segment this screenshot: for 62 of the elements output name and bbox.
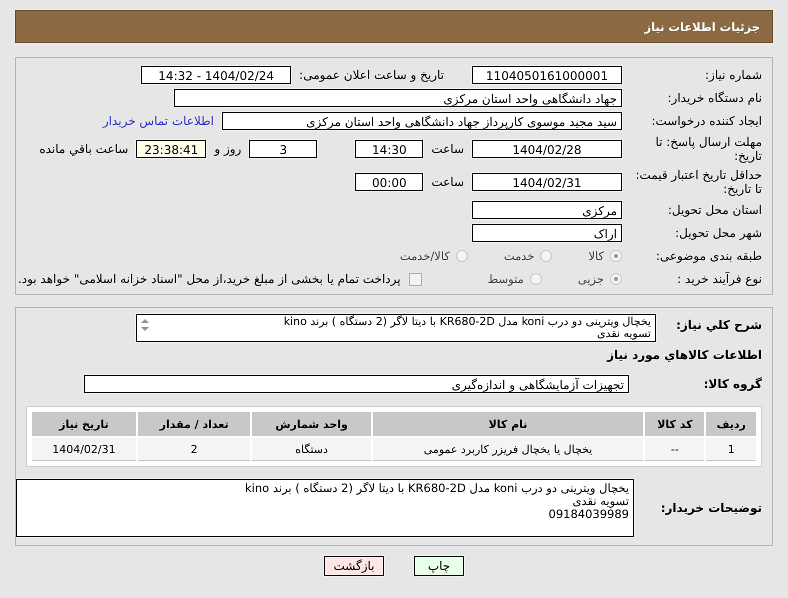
section-title: اطلاعات کالاهاي مورد نياز xyxy=(606,348,762,362)
time-label: ساعت xyxy=(431,142,464,156)
city-field: اراک xyxy=(472,224,622,242)
field-label: گروه کالا: xyxy=(702,377,762,391)
radio-label: متوسط xyxy=(488,272,524,286)
description-text: یخچال ویترینی دو درب koni مدل KR680-2D با دیتا لاگر (2 دستگاه ) برند kino تسویه نقدی xyxy=(282,316,651,340)
column-header: کد کالا xyxy=(645,412,704,436)
column-header: تاریخ نیاز xyxy=(32,412,136,436)
deadline-date-field: 1404/02/28 xyxy=(472,140,622,158)
validity-time-field: 00:00 xyxy=(355,173,424,191)
field-label: تاریخ و ساعت اعلان عمومی: xyxy=(299,68,444,82)
table-cell: دستگاه xyxy=(252,438,371,461)
buyer-notes-text: یخچال ویترینی دو درب koni مدل KR680-2D با دیتا لاگر (2 دستگاه ) برند kino تسویه نقدی 09184039989 xyxy=(244,482,629,521)
radio-label: کالا/خدمت xyxy=(400,249,450,263)
category-radio[interactable]: خدمت xyxy=(504,249,552,263)
column-header: نام کالا xyxy=(372,412,644,436)
contact-link[interactable]: اطلاعات تماس خریدار xyxy=(102,114,214,128)
print-button[interactable]: چاپ xyxy=(414,556,464,576)
field-label: ایجاد کننده درخواست: xyxy=(650,114,762,128)
category-radio[interactable]: کالا xyxy=(588,249,622,263)
back-button[interactable]: بازگشت xyxy=(324,556,384,576)
field-label: مهلت ارسال پاسخ: تا تاریخ: xyxy=(654,135,762,163)
scroll-arrows-icon[interactable] xyxy=(140,317,150,333)
field-label: نام دستگاه خریدار: xyxy=(666,91,762,105)
category-radio[interactable]: کالا/خدمت xyxy=(400,249,468,263)
announce-date-field: 1404/02/24 - 14:32 xyxy=(141,66,292,84)
payment-checkbox[interactable] xyxy=(408,272,422,286)
requester-field: سید مجید موسوی کارپرداز جهاد دانشگاهی واحد استان مرکزی xyxy=(222,112,622,130)
column-header: واحد شمارش xyxy=(252,412,371,436)
time-label: ساعت xyxy=(431,175,464,189)
table-cell: 2 xyxy=(138,438,250,461)
need-number-field: 1104050161000001 xyxy=(472,66,622,84)
field-label: استان محل تحویل: xyxy=(666,203,762,217)
field-label: شماره نیاز: xyxy=(704,68,762,82)
column-header: ردیف xyxy=(706,412,756,436)
remaining-time-field: 23:38:41 xyxy=(136,140,206,158)
column-header: تعداد / مقدار xyxy=(138,412,250,436)
payment-note: پرداخت تمام یا بخشی از مبلغ خرید،از محل "اسناد خزانه اسلامی" خواهد بود. xyxy=(18,272,401,286)
page-title: جزئیات اطلاعات نیاز xyxy=(644,20,760,34)
field-label: حداقل تاریخ اعتبار قیمت: تا تاریخ: xyxy=(634,168,762,196)
field-label: شهر محل تحویل: xyxy=(674,226,762,240)
field-label: توضیحات خریدار: xyxy=(660,501,762,515)
days-field: 3 xyxy=(249,140,318,158)
table-cell: 1404/02/31 xyxy=(32,438,136,461)
buyer-name-field: جهاد دانشگاهی واحد استان مرکزی xyxy=(174,89,622,107)
days-label: روز و xyxy=(214,142,242,156)
table-cell: یخچال یا یخچال فریزر کاربرد عمومی xyxy=(372,438,644,461)
process-radio[interactable]: متوسط xyxy=(488,272,542,286)
field-label: شرح کلي نياز: xyxy=(675,318,762,332)
goods-group-field: تجهیزات آزمایشگاهی و اندازه‌گیری xyxy=(84,375,629,393)
province-field: مرکزی xyxy=(472,201,622,219)
remaining-label: ساعت باقي مانده xyxy=(39,142,128,156)
process-radio[interactable]: جزیی xyxy=(578,272,622,286)
field-label: طبقه بندی موضوعی: xyxy=(654,249,762,263)
field-label: نوع فرآیند خرید : xyxy=(676,272,762,286)
deadline-time-field: 14:30 xyxy=(355,140,424,158)
table-cell: -- xyxy=(645,438,704,461)
table-cell: 1 xyxy=(706,438,756,461)
validity-date-field: 1404/02/31 xyxy=(472,173,622,191)
radio-label: کالا xyxy=(588,249,604,263)
radio-label: خدمت xyxy=(504,249,534,263)
radio-label: جزیی xyxy=(578,272,604,286)
